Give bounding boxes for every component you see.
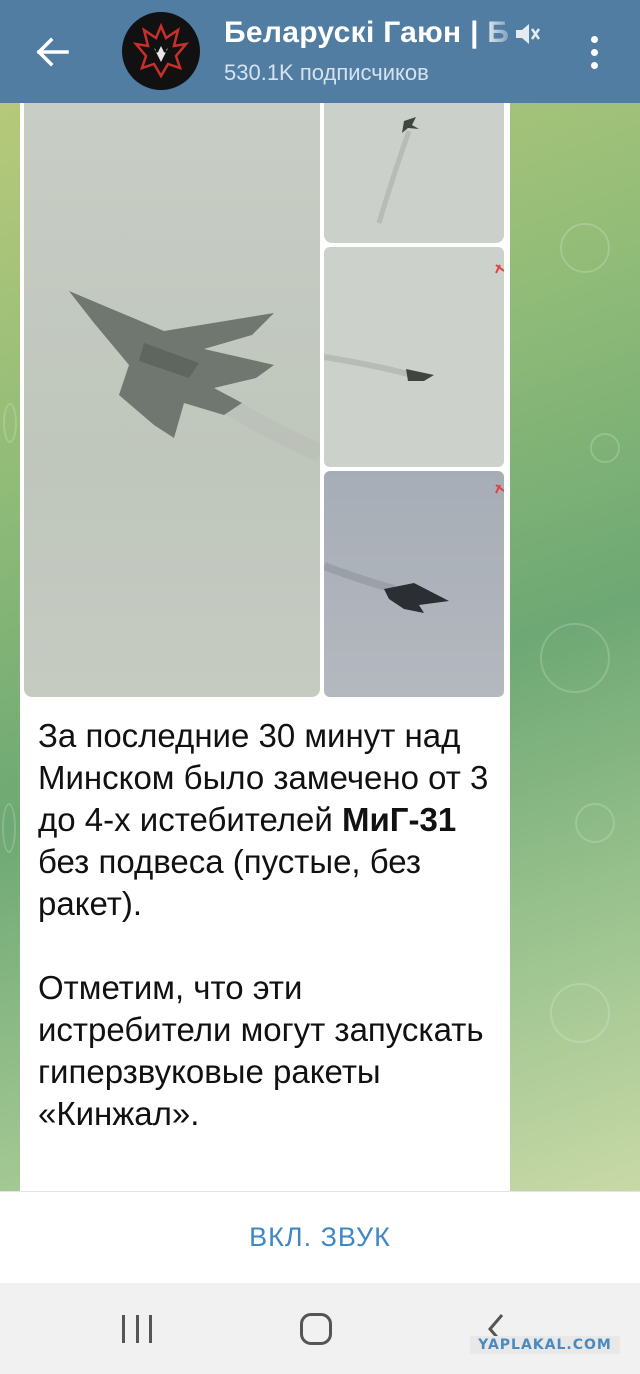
more-vertical-icon (590, 35, 598, 43)
bottom-bar: ВКЛ. ЗВУК (0, 1191, 640, 1283)
menu-dot (590, 61, 598, 69)
fighter-jet-image (324, 484, 504, 613)
fighter-jet-image (376, 117, 419, 224)
more-options-button[interactable] (576, 28, 612, 76)
fighter-jet-image (324, 264, 504, 381)
wolf-logo-icon (132, 22, 190, 79)
menu-dot (590, 48, 598, 56)
channel-header: Беларускі Гаюн | Б 530.1K подписчиков (0, 0, 640, 103)
arrow-left-icon (36, 37, 69, 67)
message-paragraph-1: За последние 30 минут над Минском было з… (38, 715, 498, 925)
subscriber-count: 530.1K подписчиков (224, 60, 429, 85)
back-button[interactable] (24, 24, 80, 80)
jet-photo-bottom-right[interactable] (324, 471, 504, 697)
jet-photo-middle-right[interactable] (324, 247, 504, 467)
message-text-bold: МиГ-31 (342, 801, 457, 838)
message-text-part: без подвеса (пустые, без ракет). (38, 843, 422, 922)
channel-title[interactable]: Беларускі Гаюн | Б (224, 16, 514, 50)
jet-photo-top-right[interactable] (324, 103, 504, 243)
muted-speaker-icon (516, 24, 540, 44)
fighter-jet-image (69, 291, 320, 462)
channel-avatar[interactable] (122, 12, 200, 90)
home-icon[interactable] (300, 1313, 332, 1345)
recent-apps-icon[interactable] (122, 1315, 152, 1343)
unmute-button[interactable]: ВКЛ. ЗВУК (249, 1222, 391, 1253)
message-paragraph-2: Отметим, что эти истребители могут запус… (38, 969, 484, 1132)
message-text: За последние 30 минут над Минском было з… (38, 715, 498, 1135)
jet-photo-main[interactable] (24, 103, 320, 697)
watermark-label: YAPLAKAL.COM (470, 1336, 620, 1354)
message-bubble: За последние 30 минут над Минском было з… (20, 103, 510, 1191)
